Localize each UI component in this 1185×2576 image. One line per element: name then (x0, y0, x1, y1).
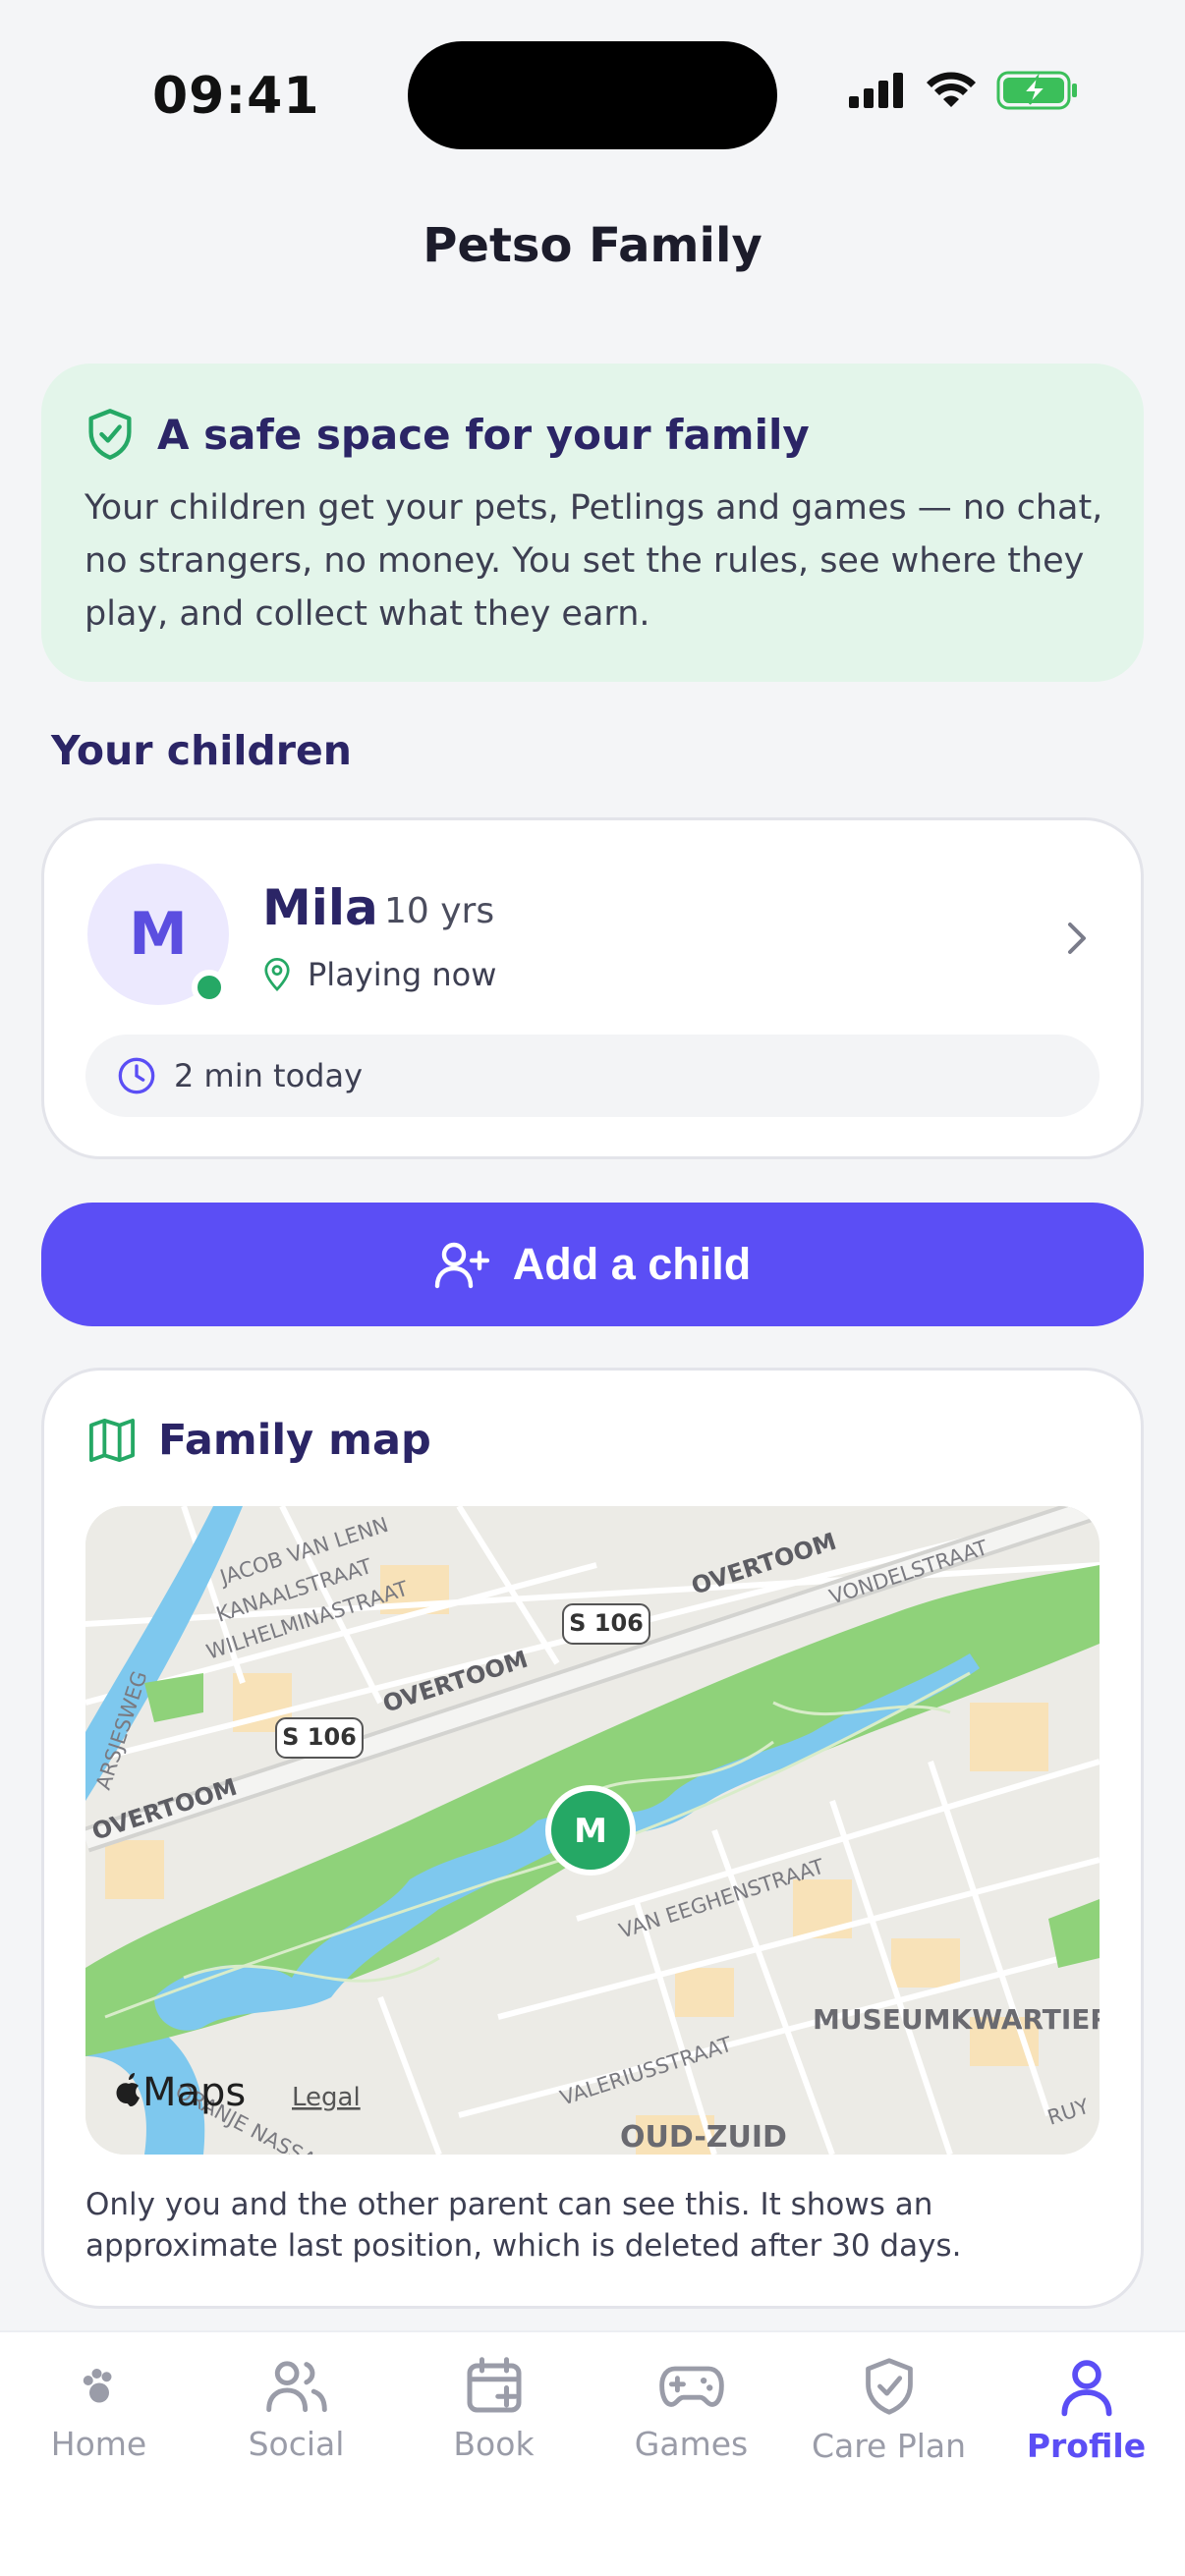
tab-home-label: Home (50, 2425, 147, 2463)
shield-check-icon (88, 409, 132, 460)
map-label-s106-a: S 106 (569, 1609, 644, 1637)
marker-initial: M (574, 1812, 607, 1851)
map-label-s106-b: S 106 (282, 1723, 357, 1751)
family-map-title: Family map (158, 1416, 431, 1465)
chevron-right-icon (1068, 923, 1086, 954)
bottom-tab-bar: Home Social Book Games Care Plan Profile (0, 2330, 1185, 2576)
maps-attribution: Maps (142, 2070, 246, 2115)
safe-space-card: A safe space for your family Your childr… (41, 364, 1144, 682)
add-child-button[interactable]: Add a child (41, 1203, 1144, 1326)
status-icons (847, 71, 1079, 110)
users-icon (265, 2361, 327, 2413)
map-canvas: S 106 S 106 OVERTOOM OVERTOOM OVERTOOM V… (85, 1506, 1100, 2155)
safe-space-title: A safe space for your family (157, 410, 810, 459)
tab-social-label: Social (248, 2425, 345, 2463)
map-label-oudzuid: OUD-ZUID (620, 2120, 787, 2155)
child-status: Playing now (262, 956, 496, 993)
family-map-note: Only you and the other parent can see th… (85, 2187, 962, 2264)
wifi-icon (927, 72, 976, 107)
child-name: Mila (262, 879, 378, 936)
tab-profile[interactable]: Profile (988, 2356, 1185, 2576)
battery-charging-icon (996, 71, 1077, 110)
family-map-card: Family map S 106 S 106 OVERTOOM OVERTOOM… (41, 1368, 1144, 2309)
time-today-pill: 2 min today (85, 1035, 1100, 1117)
location-pin-icon (264, 958, 290, 991)
tab-care-plan[interactable]: Care Plan (791, 2356, 988, 2576)
tab-profile-label: Profile (1026, 2427, 1147, 2465)
dynamic-island (408, 41, 777, 149)
status-bar: 09:41 (0, 0, 1185, 196)
map-legal-link[interactable]: Legal (292, 2083, 361, 2112)
calendar-plus-icon (467, 2357, 521, 2413)
user-plus-icon (434, 1242, 489, 1289)
map-label-museumkwartier: MUSEUMKWARTIER (813, 2003, 1100, 2036)
add-child-label: Add a child (512, 1239, 752, 1289)
child-age: 10 yrs (384, 891, 495, 931)
tab-games[interactable]: Games (593, 2356, 790, 2576)
family-map-view[interactable]: S 106 S 106 OVERTOOM OVERTOOM OVERTOOM V… (85, 1506, 1100, 2155)
tab-home[interactable]: Home (1, 2356, 198, 2576)
map-icon (88, 1418, 135, 1463)
paw-icon (83, 2369, 111, 2403)
tab-care-plan-label: Care Plan (811, 2427, 967, 2465)
tab-book[interactable]: Book (396, 2356, 592, 2576)
safe-space-text: Your children get your pets, Petlings an… (85, 488, 1103, 634)
user-icon (1060, 2360, 1112, 2417)
signal-icon (849, 73, 903, 108)
status-time: 09:41 (152, 67, 320, 126)
child-status-text: Playing now (308, 956, 497, 993)
children-section-title: Your children (51, 727, 352, 774)
shield-check-icon (865, 2358, 913, 2415)
page-title: Petso Family (423, 218, 762, 273)
time-today-text: 2 min today (174, 1057, 364, 1094)
child-card[interactable]: M Mila 10 yrs Playing now 2 min today (41, 817, 1144, 1159)
online-indicator (192, 970, 227, 1005)
tab-social[interactable]: Social (198, 2356, 395, 2576)
tab-book-label: Book (453, 2425, 535, 2463)
tab-games-label: Games (634, 2425, 749, 2463)
child-location-marker[interactable]: M (545, 1785, 636, 1876)
gamepad-icon (658, 2366, 724, 2407)
clock-icon (118, 1057, 155, 1094)
